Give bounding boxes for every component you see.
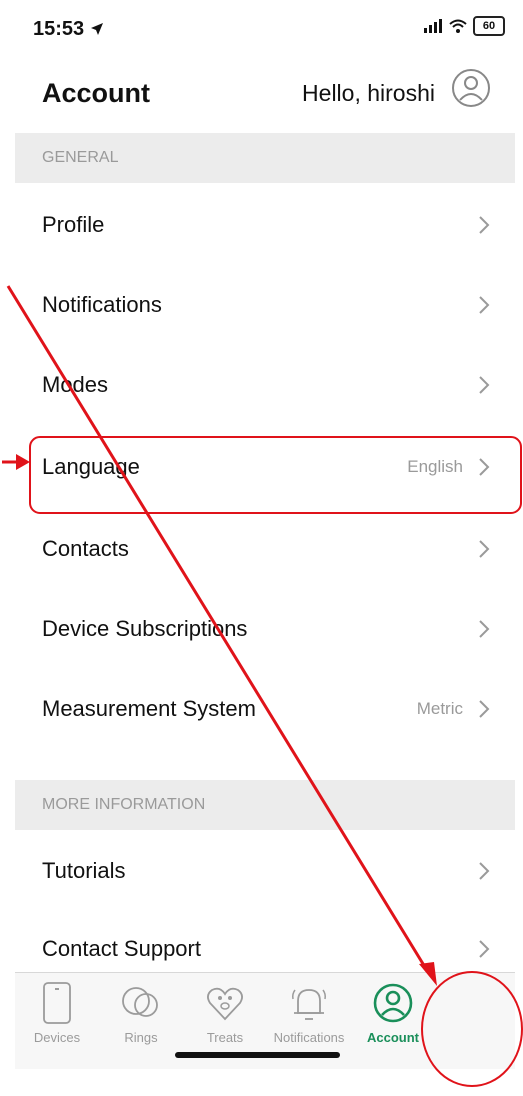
row-modes[interactable]: Modes [15, 348, 515, 423]
tab-account[interactable]: Account [351, 973, 435, 1069]
rings-icon [122, 987, 158, 1017]
row-label: Profile [42, 212, 105, 237]
status-time: 15:53 [33, 18, 104, 41]
tab-label: Account [367, 1030, 419, 1045]
chevron-right-icon [479, 862, 490, 880]
tab-label: Notifications [273, 1030, 345, 1045]
greeting-text: Hello, hiroshi [302, 80, 435, 106]
tab-devices[interactable]: Devices [15, 973, 99, 1069]
tab-rings[interactable]: Rings [99, 973, 183, 1069]
chevron-right-icon [479, 540, 490, 558]
row-label: Contacts [42, 536, 129, 561]
home-indicator [175, 1052, 340, 1058]
avatar-icon[interactable] [451, 68, 491, 108]
row-label: Device Subscriptions [42, 616, 248, 641]
row-language[interactable]: Language English [15, 430, 515, 505]
section-general-label: GENERAL [42, 149, 119, 166]
phone-screen: 15:53 60 Account Hello, hiroshi GENERAL … [15, 0, 515, 1096]
section-more-information-label: MORE INFORMATION [42, 796, 206, 813]
row-label: Language [42, 454, 140, 479]
row-measurement-system[interactable]: Measurement System Metric [15, 672, 515, 747]
paw-heart-icon [207, 987, 243, 1021]
section-more-information: MORE INFORMATION [15, 780, 515, 830]
row-notifications[interactable]: Notifications [15, 268, 515, 343]
row-value: Metric [416, 699, 463, 718]
row-device-subscriptions[interactable]: Device Subscriptions [15, 592, 515, 667]
chevron-right-icon [479, 700, 490, 718]
chevron-right-icon [479, 940, 490, 958]
row-profile[interactable]: Profile [15, 188, 515, 263]
row-label: Contact Support [42, 936, 201, 961]
tab-label: Devices [33, 1030, 81, 1045]
row-tutorials[interactable]: Tutorials [15, 834, 515, 909]
tab-label: Rings [124, 1030, 158, 1045]
bell-icon [292, 989, 326, 1020]
phone-icon [43, 982, 71, 1024]
row-value: English [407, 457, 463, 476]
section-general: GENERAL [15, 133, 515, 183]
wifi-icon [449, 19, 467, 33]
row-label: Notifications [42, 292, 162, 317]
account-icon [373, 983, 413, 1023]
chevron-right-icon [479, 620, 490, 638]
status-bar: 15:53 60 [15, 0, 515, 44]
battery-icon: 60 [473, 16, 505, 36]
page-title: Account [42, 78, 150, 108]
status-indicators: 60 [423, 16, 505, 36]
row-label: Tutorials [42, 858, 126, 883]
chevron-right-icon [479, 458, 490, 476]
chevron-right-icon [479, 216, 490, 234]
location-arrow-icon [90, 23, 103, 35]
row-contacts[interactable]: Contacts [15, 512, 515, 587]
page-header: Account Hello, hiroshi [15, 62, 515, 120]
row-label: Measurement System [42, 696, 256, 721]
chevron-right-icon [479, 376, 490, 394]
chevron-right-icon [479, 296, 490, 314]
signal-icon [424, 19, 442, 33]
row-label: Modes [42, 372, 109, 397]
tab-label: Treats [206, 1030, 244, 1045]
